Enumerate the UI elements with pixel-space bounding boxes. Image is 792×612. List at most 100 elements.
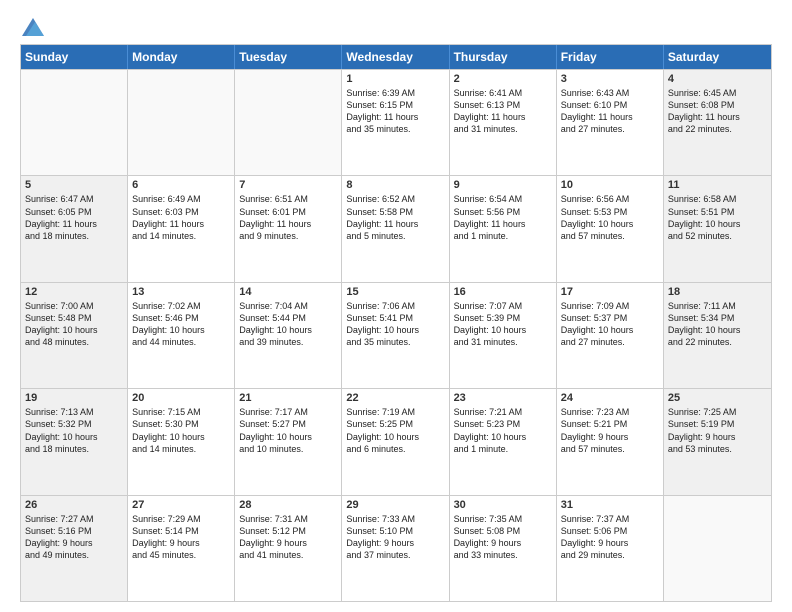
day-cell-24: 24 Sunrise: 7:23 AM Sunset: 5:21 PM Dayli…: [557, 389, 664, 494]
day-number: 7: [239, 179, 337, 191]
day-number: 4: [668, 73, 767, 85]
empty-cell-0-0: [21, 70, 128, 175]
day-cell-23: 23Sunrise: 7:21 AM Sunset: 5:23 PM Dayli…: [450, 389, 557, 494]
cell-content: Sunrise: 6:58 AM Sunset: 5:51 PM Dayligh…: [668, 193, 767, 242]
day-number: 12: [25, 286, 123, 298]
day-cell-7: 7 Sunrise: 6:51 AM Sunset: 6:01 PM Daylig…: [235, 176, 342, 281]
day-number: 9: [454, 179, 552, 191]
day-cell-30: 30Sunrise: 7:35 AM Sunset: 5:08 PM Dayli…: [450, 496, 557, 601]
cell-content: Sunrise: 7:13 AM Sunset: 5:32 PM Dayligh…: [25, 406, 123, 455]
day-number: 22: [346, 392, 444, 404]
day-number: 11: [668, 179, 767, 191]
day-cell-27: 27 Sunrise: 7:29 AM Sunset: 5:14 PM Dayli…: [128, 496, 235, 601]
day-cell-3: 3 Sunrise: 6:43 AM Sunset: 6:10 PM Daylig…: [557, 70, 664, 175]
day-number: 1: [346, 73, 444, 85]
calendar-row-5: 26Sunrise: 7:27 AM Sunset: 5:16 PM Dayli…: [21, 495, 771, 601]
logo-icon: [22, 18, 44, 36]
calendar-header: SundayMondayTuesdayWednesdayThursdayFrid…: [21, 45, 771, 69]
day-header-tuesday: Tuesday: [235, 45, 342, 69]
cell-content: Sunrise: 7:15 AM Sunset: 5:30 PM Dayligh…: [132, 406, 230, 455]
calendar-row-3: 12 Sunrise: 7:00 AM Sunset: 5:48 PM Dayli…: [21, 282, 771, 388]
empty-cell-0-1: [128, 70, 235, 175]
cell-content: Sunrise: 7:07 AM Sunset: 5:39 PM Dayligh…: [454, 300, 552, 349]
cell-content: Sunrise: 7:04 AM Sunset: 5:44 PM Dayligh…: [239, 300, 337, 349]
calendar: SundayMondayTuesdayWednesdayThursdayFrid…: [20, 44, 772, 602]
cell-content: Sunrise: 7:25 AM Sunset: 5:19 PM Dayligh…: [668, 406, 767, 455]
day-cell-1: 1Sunrise: 6:39 AM Sunset: 6:15 PM Daylig…: [342, 70, 449, 175]
cell-content: Sunrise: 7:23 AM Sunset: 5:21 PM Dayligh…: [561, 406, 659, 455]
logo: [20, 18, 44, 36]
cell-content: Sunrise: 7:35 AM Sunset: 5:08 PM Dayligh…: [454, 513, 552, 562]
day-number: 3: [561, 73, 659, 85]
day-number: 14: [239, 286, 337, 298]
calendar-row-4: 19 Sunrise: 7:13 AM Sunset: 5:32 PM Dayli…: [21, 388, 771, 494]
empty-cell-0-2: [235, 70, 342, 175]
cell-content: Sunrise: 7:00 AM Sunset: 5:48 PM Dayligh…: [25, 300, 123, 349]
page: SundayMondayTuesdayWednesdayThursdayFrid…: [0, 0, 792, 612]
cell-content: Sunrise: 6:41 AM Sunset: 6:13 PM Dayligh…: [454, 87, 552, 136]
cell-content: Sunrise: 7:27 AM Sunset: 5:16 PM Dayligh…: [25, 513, 123, 562]
cell-content: Sunrise: 7:11 AM Sunset: 5:34 PM Dayligh…: [668, 300, 767, 349]
day-number: 27: [132, 499, 230, 511]
day-number: 6: [132, 179, 230, 191]
cell-content: Sunrise: 6:43 AM Sunset: 6:10 PM Dayligh…: [561, 87, 659, 136]
day-cell-18: 18 Sunrise: 7:11 AM Sunset: 5:34 PM Dayli…: [664, 283, 771, 388]
day-header-monday: Monday: [128, 45, 235, 69]
calendar-body: 1Sunrise: 6:39 AM Sunset: 6:15 PM Daylig…: [21, 69, 771, 601]
day-cell-8: 8 Sunrise: 6:52 AM Sunset: 5:58 PM Daylig…: [342, 176, 449, 281]
day-number: 13: [132, 286, 230, 298]
day-header-thursday: Thursday: [450, 45, 557, 69]
day-header-saturday: Saturday: [664, 45, 771, 69]
day-cell-26: 26Sunrise: 7:27 AM Sunset: 5:16 PM Dayli…: [21, 496, 128, 601]
day-number: 21: [239, 392, 337, 404]
day-header-sunday: Sunday: [21, 45, 128, 69]
day-cell-15: 15Sunrise: 7:06 AM Sunset: 5:41 PM Dayli…: [342, 283, 449, 388]
day-number: 19: [25, 392, 123, 404]
day-cell-21: 21 Sunrise: 7:17 AM Sunset: 5:27 PM Dayli…: [235, 389, 342, 494]
day-number: 5: [25, 179, 123, 191]
day-cell-17: 17 Sunrise: 7:09 AM Sunset: 5:37 PM Dayli…: [557, 283, 664, 388]
cell-content: Sunrise: 6:49 AM Sunset: 6:03 PM Dayligh…: [132, 193, 230, 242]
day-number: 24: [561, 392, 659, 404]
empty-cell-4-6: [664, 496, 771, 601]
day-cell-16: 16 Sunrise: 7:07 AM Sunset: 5:39 PM Dayli…: [450, 283, 557, 388]
day-number: 15: [346, 286, 444, 298]
cell-content: Sunrise: 7:19 AM Sunset: 5:25 PM Dayligh…: [346, 406, 444, 455]
day-cell-14: 14 Sunrise: 7:04 AM Sunset: 5:44 PM Dayli…: [235, 283, 342, 388]
day-number: 28: [239, 499, 337, 511]
cell-content: Sunrise: 6:56 AM Sunset: 5:53 PM Dayligh…: [561, 193, 659, 242]
day-cell-22: 22 Sunrise: 7:19 AM Sunset: 5:25 PM Dayli…: [342, 389, 449, 494]
day-cell-2: 2 Sunrise: 6:41 AM Sunset: 6:13 PM Daylig…: [450, 70, 557, 175]
cell-content: Sunrise: 6:52 AM Sunset: 5:58 PM Dayligh…: [346, 193, 444, 242]
day-cell-28: 28 Sunrise: 7:31 AM Sunset: 5:12 PM Dayli…: [235, 496, 342, 601]
day-number: 17: [561, 286, 659, 298]
header: [20, 18, 772, 36]
cell-content: Sunrise: 7:29 AM Sunset: 5:14 PM Dayligh…: [132, 513, 230, 562]
cell-content: Sunrise: 6:51 AM Sunset: 6:01 PM Dayligh…: [239, 193, 337, 242]
day-number: 10: [561, 179, 659, 191]
day-number: 29: [346, 499, 444, 511]
day-cell-19: 19 Sunrise: 7:13 AM Sunset: 5:32 PM Dayli…: [21, 389, 128, 494]
day-number: 25: [668, 392, 767, 404]
day-number: 8: [346, 179, 444, 191]
day-cell-9: 9Sunrise: 6:54 AM Sunset: 5:56 PM Daylig…: [450, 176, 557, 281]
day-cell-25: 25 Sunrise: 7:25 AM Sunset: 5:19 PM Dayli…: [664, 389, 771, 494]
day-cell-13: 13 Sunrise: 7:02 AM Sunset: 5:46 PM Dayli…: [128, 283, 235, 388]
cell-content: Sunrise: 7:02 AM Sunset: 5:46 PM Dayligh…: [132, 300, 230, 349]
day-number: 18: [668, 286, 767, 298]
cell-content: Sunrise: 7:17 AM Sunset: 5:27 PM Dayligh…: [239, 406, 337, 455]
day-cell-29: 29 Sunrise: 7:33 AM Sunset: 5:10 PM Dayli…: [342, 496, 449, 601]
calendar-row-2: 5Sunrise: 6:47 AM Sunset: 6:05 PM Daylig…: [21, 175, 771, 281]
cell-content: Sunrise: 6:45 AM Sunset: 6:08 PM Dayligh…: [668, 87, 767, 136]
day-number: 2: [454, 73, 552, 85]
cell-content: Sunrise: 7:31 AM Sunset: 5:12 PM Dayligh…: [239, 513, 337, 562]
day-header-friday: Friday: [557, 45, 664, 69]
cell-content: Sunrise: 7:37 AM Sunset: 5:06 PM Dayligh…: [561, 513, 659, 562]
cell-content: Sunrise: 7:33 AM Sunset: 5:10 PM Dayligh…: [346, 513, 444, 562]
day-number: 31: [561, 499, 659, 511]
cell-content: Sunrise: 7:09 AM Sunset: 5:37 PM Dayligh…: [561, 300, 659, 349]
day-number: 20: [132, 392, 230, 404]
day-number: 16: [454, 286, 552, 298]
cell-content: Sunrise: 7:21 AM Sunset: 5:23 PM Dayligh…: [454, 406, 552, 455]
day-cell-20: 20 Sunrise: 7:15 AM Sunset: 5:30 PM Dayli…: [128, 389, 235, 494]
